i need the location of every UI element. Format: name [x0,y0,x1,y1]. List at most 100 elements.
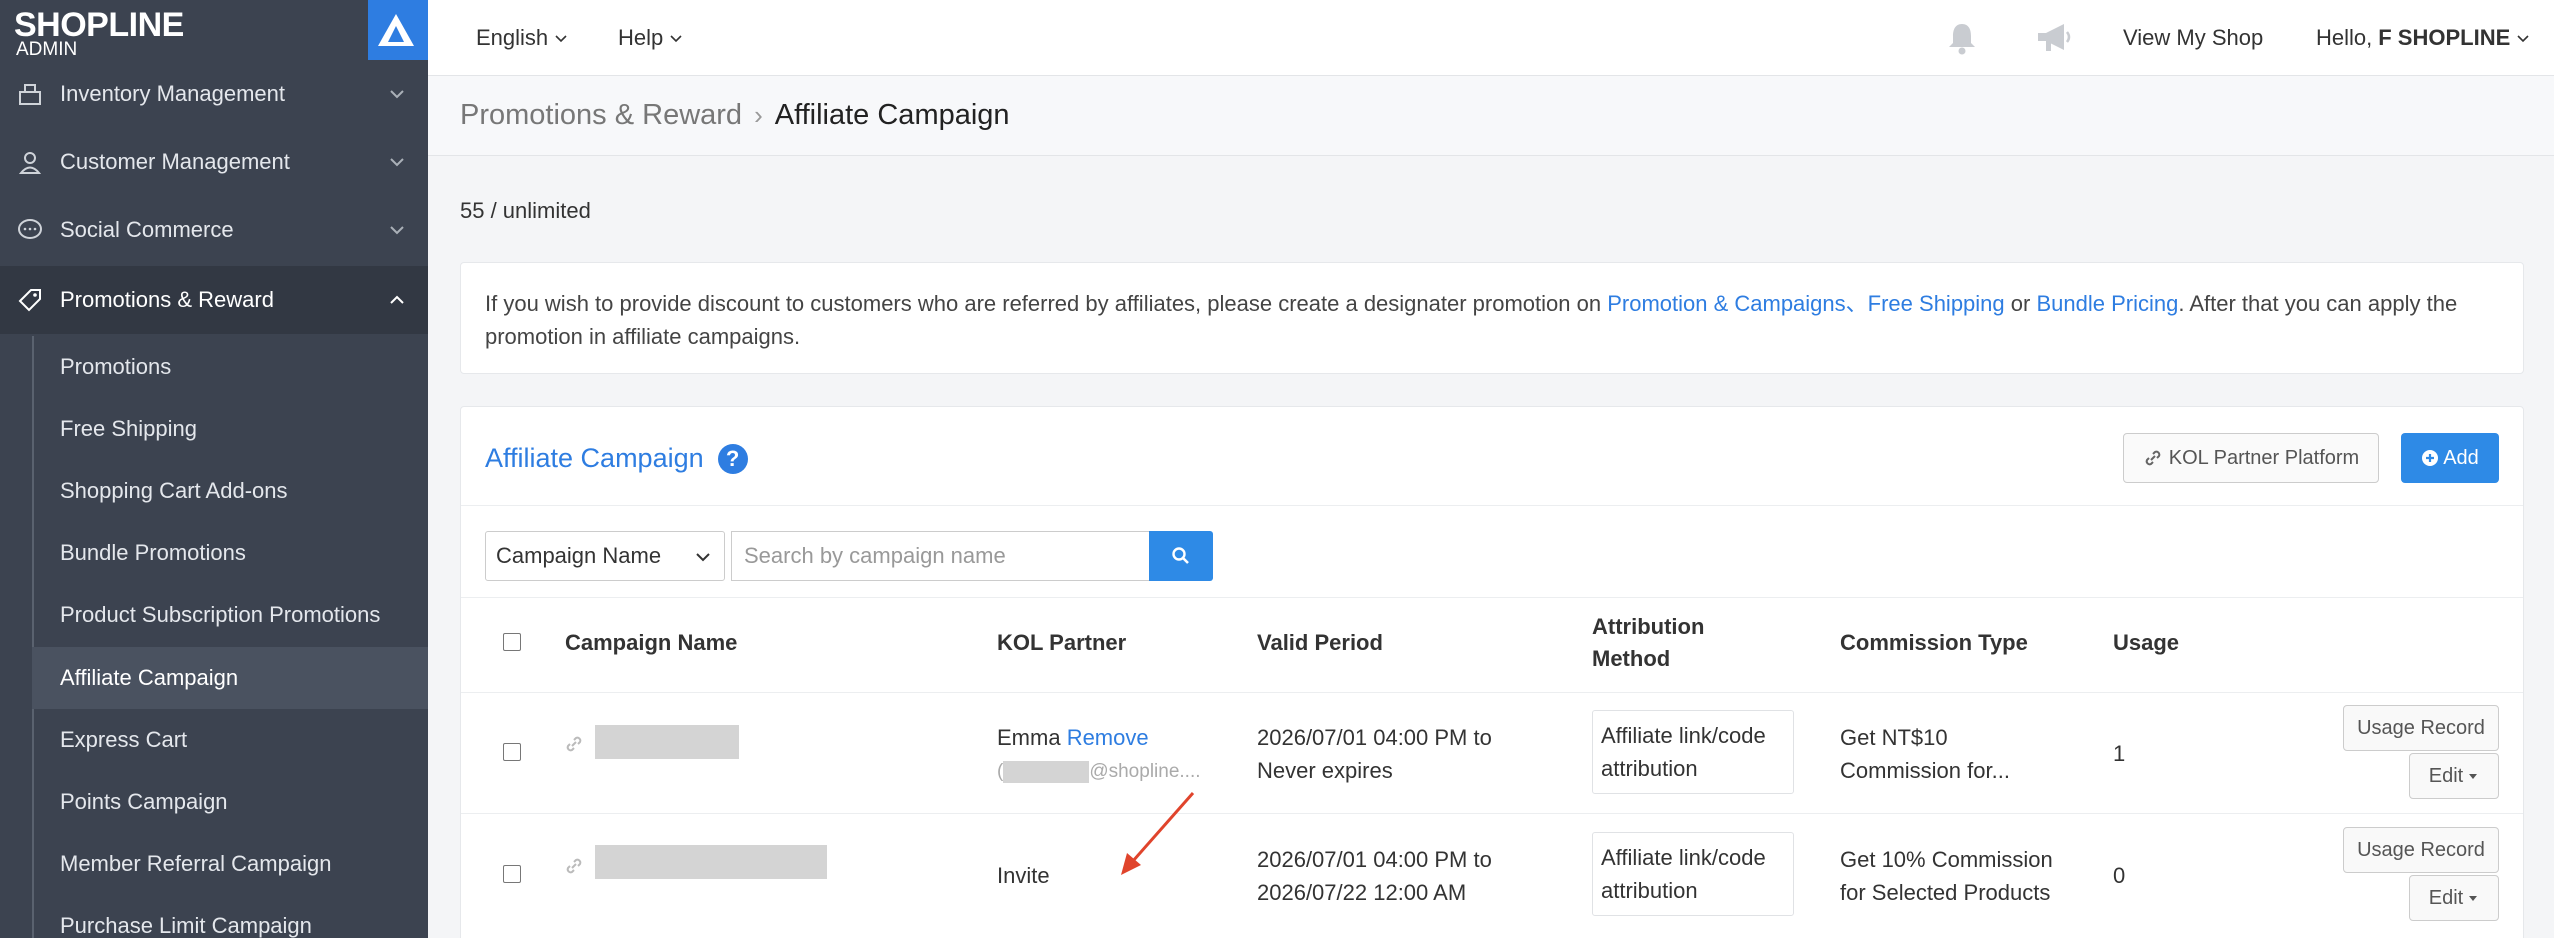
attribution-line1: Affiliate link/code [1601,723,1766,748]
sidebar-item-label: Promotions & Reward [60,287,274,312]
search-button[interactable] [1149,531,1213,581]
affiliate-campaign-card: Affiliate Campaign ? KOL Partner Platfor… [460,406,2524,938]
chevron-down-icon [696,553,710,562]
notifications-button[interactable] [1944,0,1980,76]
sidebar-subitem-purchase-limit[interactable]: Purchase Limit Campaign [32,895,428,938]
kol-partner-platform-button[interactable]: KOL Partner Platform [2123,433,2379,483]
page-title: Affiliate Campaign [774,99,1010,131]
annotation-arrow-icon [1121,792,1195,875]
attribution-line2: attribution [1601,878,1698,903]
greeting-label: Hello, [2316,25,2373,50]
commission-line1: Get 10% Commission [1840,847,2053,872]
chevron-down-icon [390,90,404,99]
divider [461,597,2523,598]
valid-period-start: 2026/07/01 04:00 PM to [1257,847,1492,872]
sidebar-item-promotions[interactable]: Promotions & Reward [0,266,428,334]
sidebar-subitem-subscription[interactable]: Product Subscription Promotions [32,584,428,646]
remove-kol-link[interactable]: Remove [1067,725,1149,750]
help-icon[interactable]: ? [717,443,748,474]
search-icon [1172,547,1189,564]
announcements-button[interactable] [2034,0,2074,76]
usage-record-button[interactable]: Usage Record [2343,827,2499,873]
sidebar-subitem-bundle[interactable]: Bundle Promotions [32,522,428,584]
breadcrumb-parent[interactable]: Promotions & Reward [460,99,742,132]
link-icon [566,736,582,752]
sidebar-subitem-member-referral[interactable]: Member Referral Campaign [32,833,428,895]
bundle-pricing-link[interactable]: Bundle Pricing [2036,291,2178,316]
link-icon [2145,450,2161,466]
attribution-method: Affiliate link/code attribution [1592,832,1794,916]
edit-dropdown-button[interactable]: Edit [2409,875,2499,921]
info-text: or [2004,291,2037,316]
help-dropdown[interactable]: Help [618,0,683,76]
language-dropdown[interactable]: English [476,0,568,76]
help-label: Help [618,25,664,50]
redacted-campaign-name[interactable] [595,845,827,879]
breadcrumb: Promotions & Reward › Affiliate Campaign [428,76,2554,156]
commission-line2: Commission for... [1840,758,2010,783]
row-checkbox[interactable] [503,743,521,761]
kol-button-label: KOL Partner Platform [2168,446,2360,469]
link-icon [566,858,582,874]
col-header-attribution-line2: Method [1592,646,1671,671]
campaign-usage-count: 55 / unlimited [460,198,591,223]
free-shipping-link[interactable]: Free Shipping [1868,291,2005,316]
info-message: If you wish to provide discount to custo… [460,262,2524,374]
user-menu[interactable]: Hello, F SHOPLINE [2316,0,2530,76]
sidebar-subitem-affiliate[interactable]: Affiliate Campaign [32,647,428,709]
select-all-checkbox[interactable] [503,633,521,651]
attribution-line2: attribution [1601,756,1698,781]
commission-line2: for Selected Products [1840,880,2051,905]
row-checkbox[interactable] [503,865,521,883]
menu-toggle[interactable] [368,0,428,60]
search-input[interactable] [731,531,1149,581]
sidebar-item-customer[interactable]: Customer Management [0,128,428,196]
col-header-commission-type: Commission Type [1840,630,2028,655]
usage-record-button[interactable]: Usage Record [2343,705,2499,751]
sidebar-subitem-cart-addons[interactable]: Shopping Cart Add-ons [32,460,428,522]
valid-period-start: 2026/07/01 04:00 PM to [1257,725,1492,750]
card-title-text: Affiliate Campaign [485,443,704,473]
chat-icon [18,219,42,239]
sidebar: SHOPLINE ADMIN Inventory Management Cust… [0,0,428,938]
sidebar-subitem-express-cart[interactable]: Express Cart [32,709,428,771]
col-header-attribution-line1: Attribution [1592,614,1705,639]
col-header-valid-period[interactable]: Valid Period [1257,627,1383,659]
megaphone-icon [2038,24,2071,51]
sidebar-item-social[interactable]: Social Commerce [0,196,428,264]
view-my-shop-link[interactable]: View My Shop [2123,0,2263,76]
info-separator: 、 [1845,291,1868,316]
bell-icon [1949,24,1975,55]
chevron-down-icon [390,226,404,235]
info-text: If you wish to provide discount to custo… [485,291,1608,316]
promotion-campaigns-link[interactable]: Promotion & Campaigns [1607,291,1845,316]
redacted-campaign-name[interactable] [595,725,739,759]
kol-name: Emma [997,725,1061,750]
sidebar-subitem-promotions[interactable]: Promotions [32,336,428,398]
divider [461,813,2523,814]
col-header-usage[interactable]: Usage [2113,627,2179,659]
sidebar-item-inventory[interactable]: Inventory Management [0,60,428,128]
sidebar-subitem-points[interactable]: Points Campaign [32,771,428,833]
attribution-method: Affiliate link/code attribution [1592,710,1794,794]
divider [461,505,2523,506]
add-button[interactable]: Add [2401,433,2499,483]
plus-circle-icon [2422,450,2439,466]
edit-dropdown-button[interactable]: Edit [2409,753,2499,799]
card-title: Affiliate Campaign ? [485,443,748,474]
brand-header: SHOPLINE ADMIN [0,0,428,64]
caret-down-icon [2469,774,2478,779]
col-header-kol-partner: KOL Partner [997,630,1127,655]
user-name: F SHOPLINE [2378,25,2511,50]
sidebar-item-label: Customer Management [60,149,290,174]
kol-email: (@shopline.... [997,755,1201,788]
chevron-down-icon [2517,35,2529,43]
invite-kol-link[interactable]: Invite [997,859,1050,892]
filter-field-select[interactable]: Campaign Name [485,531,725,581]
valid-period-end: Never expires [1257,758,1393,783]
redacted-email [1003,760,1090,783]
sidebar-subitem-free-shipping[interactable]: Free Shipping [32,398,428,460]
filter-select-value: Campaign Name [496,543,662,568]
col-header-campaign-name[interactable]: Campaign Name [565,627,737,659]
caret-down-icon [2469,896,2478,901]
